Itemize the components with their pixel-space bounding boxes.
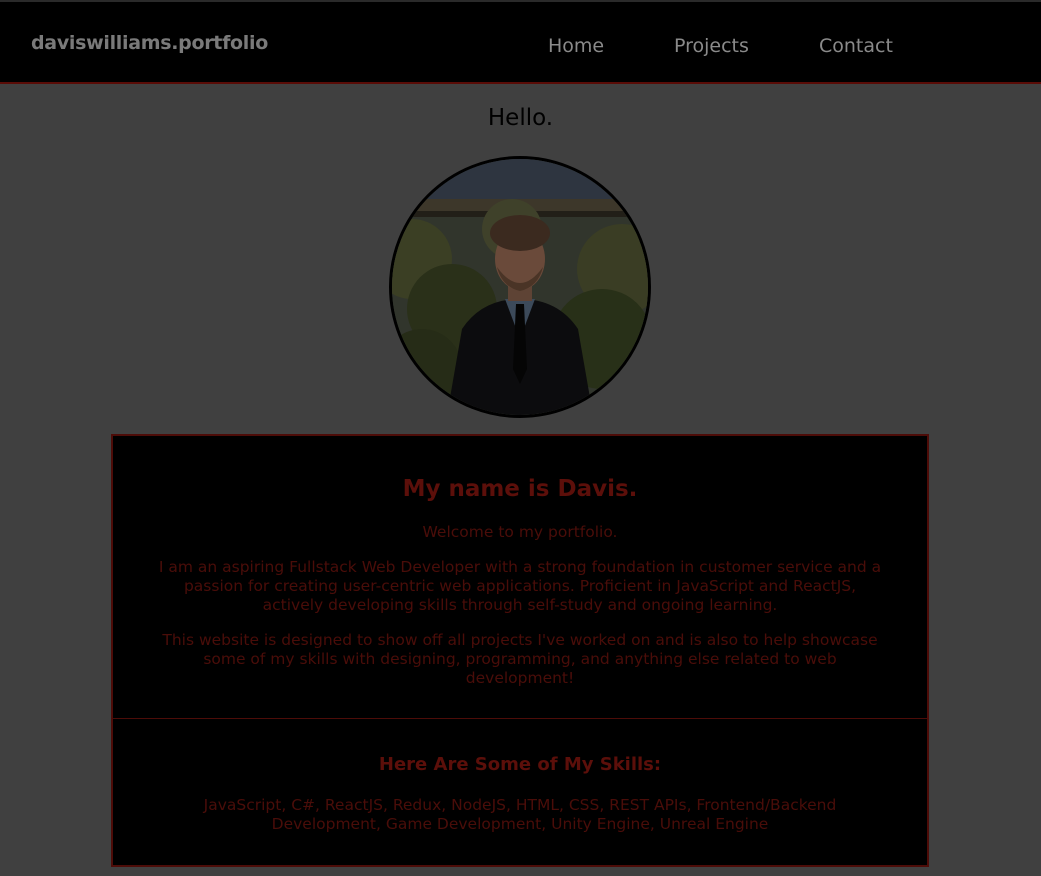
profile-photo	[389, 156, 651, 418]
nav-link-projects[interactable]: Projects	[674, 35, 749, 57]
brand-logo[interactable]: daviswilliams.portfolio	[31, 32, 268, 54]
skills-section: Here Are Some of My Skills: JavaScript, …	[111, 718, 929, 867]
about-paragraph-1: I am an aspiring Fullstack Web Developer…	[158, 558, 882, 614]
about-paragraph-2: This website is designed to show off all…	[162, 631, 878, 687]
skills-list: JavaScript, C#, ReactJS, Redux, NodeJS, …	[203, 796, 837, 833]
nav-link-home[interactable]: Home	[548, 35, 604, 57]
welcome-text: Welcome to my portfolio.	[422, 523, 618, 541]
skills-title: Here Are Some of My Skills:	[378, 754, 662, 775]
profile-photo-image	[392, 159, 648, 415]
about-title: My name is Davis.	[402, 476, 638, 502]
navbar: daviswilliams.portfolio Home Projects Co…	[0, 2, 1041, 84]
about-section: My name is Davis. Welcome to my portfoli…	[111, 434, 929, 720]
greeting-heading: Hello.	[487, 105, 554, 131]
nav-link-contact[interactable]: Contact	[819, 35, 893, 57]
